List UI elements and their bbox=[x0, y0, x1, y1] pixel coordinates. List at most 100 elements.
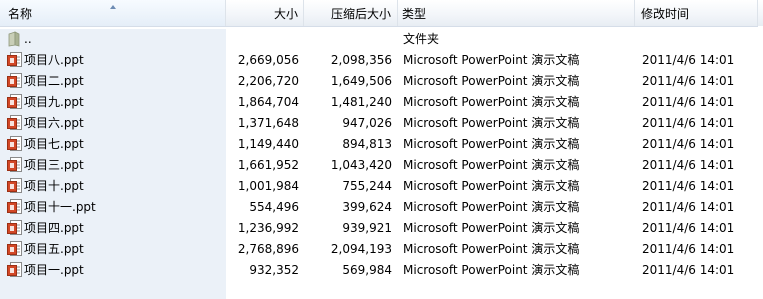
scroll-edge bbox=[758, 26, 763, 299]
file-name: 项目七.ppt bbox=[24, 137, 84, 151]
column-header-size[interactable]: 大小 bbox=[226, 0, 304, 26]
column-header-size-label: 大小 bbox=[273, 7, 298, 21]
file-row[interactable]: 项目三.ppt 1,661,952 1,043,420 Microsoft Power… bbox=[0, 155, 763, 176]
file-compressed-size: 2,098,356 bbox=[330, 53, 392, 67]
file-name-cell: 项目七.ppt bbox=[0, 134, 226, 155]
file-name: 项目二.ppt bbox=[24, 74, 84, 88]
column-header-bar: 名称 大小 压缩后大小 类型 修改时间 bbox=[0, 0, 763, 27]
parent-folder-name-cell: .. bbox=[0, 29, 226, 50]
file-name-cell: 项目五.ppt bbox=[0, 239, 226, 260]
file-compressed-size: 947,026 bbox=[342, 116, 392, 130]
file-type: Microsoft PowerPoint 演示文稿 bbox=[403, 116, 580, 130]
file-name: 项目九.ppt bbox=[24, 95, 84, 109]
file-type: Microsoft PowerPoint 演示文稿 bbox=[403, 158, 580, 172]
folder-up-icon bbox=[7, 31, 21, 50]
file-compressed-size: 755,244 bbox=[342, 179, 392, 193]
file-modified: 2011/4/6 14:01 bbox=[642, 116, 735, 130]
file-row[interactable]: 项目八.ppt 2,669,056 2,098,356 Microsoft Power… bbox=[0, 50, 763, 71]
powerpoint-file-icon bbox=[7, 94, 23, 113]
powerpoint-file-icon bbox=[7, 115, 23, 134]
file-name-cell: 项目九.ppt bbox=[0, 92, 226, 113]
file-name: 项目五.ppt bbox=[24, 242, 84, 256]
column-header-name[interactable]: 名称 bbox=[0, 0, 226, 26]
file-name-cell: 项目二.ppt bbox=[0, 71, 226, 92]
file-type: Microsoft PowerPoint 演示文稿 bbox=[403, 95, 580, 109]
powerpoint-file-icon bbox=[7, 157, 23, 176]
file-row[interactable]: 项目十一.ppt 554,496 399,624 Microsoft PowerPoi… bbox=[0, 197, 763, 218]
file-type: Microsoft PowerPoint 演示文稿 bbox=[403, 200, 580, 214]
file-row[interactable]: 项目十.ppt 1,001,984 755,244 Microsoft PowerPo… bbox=[0, 176, 763, 197]
file-size: 554,496 bbox=[249, 200, 299, 214]
file-type: Microsoft PowerPoint 演示文稿 bbox=[403, 53, 580, 67]
file-size: 1,661,952 bbox=[237, 158, 299, 172]
file-name-cell: 项目十.ppt bbox=[0, 176, 226, 197]
file-compressed-size: 939,921 bbox=[342, 221, 392, 235]
file-list: 名称 大小 压缩后大小 类型 修改时间 .. 文件夹 项目八.ppt 2,669… bbox=[0, 0, 763, 299]
parent-folder-row[interactable]: .. 文件夹 bbox=[0, 29, 763, 50]
column-header-modified-label: 修改时间 bbox=[641, 7, 690, 21]
powerpoint-file-icon bbox=[7, 136, 23, 155]
file-type: Microsoft PowerPoint 演示文稿 bbox=[403, 221, 580, 235]
powerpoint-file-icon bbox=[7, 52, 23, 71]
file-row[interactable]: 项目二.ppt 2,206,720 1,649,506 Microsoft Power… bbox=[0, 71, 763, 92]
column-header-compressed-size[interactable]: 压缩后大小 bbox=[304, 0, 398, 26]
column-header-filler bbox=[758, 0, 763, 26]
column-header-type[interactable]: 类型 bbox=[398, 0, 635, 26]
file-size: 2,669,056 bbox=[237, 53, 299, 67]
powerpoint-file-icon bbox=[7, 220, 23, 239]
powerpoint-file-icon bbox=[7, 241, 23, 260]
file-modified: 2011/4/6 14:01 bbox=[642, 137, 735, 151]
file-modified: 2011/4/6 14:01 bbox=[642, 200, 735, 214]
powerpoint-file-icon bbox=[7, 73, 23, 92]
file-size: 1,864,704 bbox=[237, 95, 299, 109]
file-name: 项目十一.ppt bbox=[24, 200, 96, 214]
file-modified: 2011/4/6 14:01 bbox=[642, 95, 735, 109]
parent-folder-type: 文件夹 bbox=[403, 32, 440, 46]
file-name-cell: 项目三.ppt bbox=[0, 155, 226, 176]
file-compressed-size: 399,624 bbox=[342, 200, 392, 214]
file-modified: 2011/4/6 14:01 bbox=[642, 221, 735, 235]
file-compressed-size: 2,094,193 bbox=[330, 242, 392, 256]
file-row[interactable]: 项目九.ppt 1,864,704 1,481,240 Microsoft Power… bbox=[0, 92, 763, 113]
file-size: 1,371,648 bbox=[237, 116, 299, 130]
powerpoint-file-icon bbox=[7, 199, 23, 218]
column-header-type-label: 类型 bbox=[402, 7, 427, 21]
file-name: 项目八.ppt bbox=[24, 53, 84, 67]
file-name: 项目一.ppt bbox=[24, 263, 84, 277]
file-name-cell: 项目一.ppt bbox=[0, 260, 226, 281]
file-row[interactable]: 项目五.ppt 2,768,896 2,094,193 Microsoft Power… bbox=[0, 239, 763, 260]
column-header-modified[interactable]: 修改时间 bbox=[635, 0, 758, 26]
file-type: Microsoft PowerPoint 演示文稿 bbox=[403, 74, 580, 88]
file-row[interactable]: 项目七.ppt 1,149,440 894,813 Microsoft PowerPo… bbox=[0, 134, 763, 155]
file-row[interactable]: 项目六.ppt 1,371,648 947,026 Microsoft PowerPo… bbox=[0, 113, 763, 134]
file-name: 项目四.ppt bbox=[24, 221, 84, 235]
file-compressed-size: 1,043,420 bbox=[330, 158, 392, 172]
sort-up-arrow-icon bbox=[110, 5, 116, 9]
file-name-cell: 项目八.ppt bbox=[0, 50, 226, 71]
file-compressed-size: 1,649,506 bbox=[330, 74, 392, 88]
file-rows: .. 文件夹 项目八.ppt 2,669,056 2,098,356 Microsof… bbox=[0, 29, 763, 281]
file-row[interactable]: 项目四.ppt 1,236,992 939,921 Microsoft PowerPo… bbox=[0, 218, 763, 239]
file-type: Microsoft PowerPoint 演示文稿 bbox=[403, 137, 580, 151]
file-row[interactable]: 项目一.ppt 932,352 569,984 Microsoft PowerPoin… bbox=[0, 260, 763, 281]
file-name-cell: 项目六.ppt bbox=[0, 113, 226, 134]
file-compressed-size: 569,984 bbox=[342, 263, 392, 277]
file-modified: 2011/4/6 14:01 bbox=[642, 179, 735, 193]
file-type: Microsoft PowerPoint 演示文稿 bbox=[403, 179, 580, 193]
file-size: 1,236,992 bbox=[237, 221, 299, 235]
file-name-cell: 项目十一.ppt bbox=[0, 197, 226, 218]
file-modified: 2011/4/6 14:01 bbox=[642, 158, 735, 172]
file-compressed-size: 1,481,240 bbox=[330, 95, 392, 109]
file-size: 932,352 bbox=[249, 263, 299, 277]
file-size: 2,206,720 bbox=[237, 74, 299, 88]
file-modified: 2011/4/6 14:01 bbox=[642, 263, 735, 277]
parent-folder-label: .. bbox=[24, 32, 32, 46]
column-header-compressed-size-label: 压缩后大小 bbox=[330, 7, 391, 21]
file-type: Microsoft PowerPoint 演示文稿 bbox=[403, 263, 580, 277]
file-type: Microsoft PowerPoint 演示文稿 bbox=[403, 242, 580, 256]
file-modified: 2011/4/6 14:01 bbox=[642, 242, 735, 256]
file-name: 项目三.ppt bbox=[24, 158, 84, 172]
file-name: 项目十.ppt bbox=[24, 179, 84, 193]
powerpoint-file-icon bbox=[7, 262, 23, 281]
file-modified: 2011/4/6 14:01 bbox=[642, 74, 735, 88]
